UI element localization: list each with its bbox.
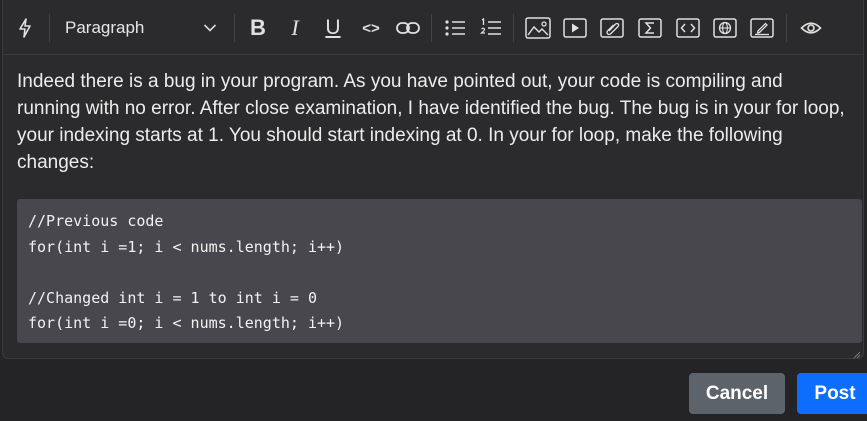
preview-button[interactable] — [799, 16, 823, 40]
insert-image-button[interactable] — [525, 16, 551, 40]
bullet-list-icon — [445, 20, 465, 36]
insert-video-button[interactable] — [563, 16, 587, 40]
attach-file-button[interactable] — [600, 16, 624, 40]
code-line: //Previous code — [28, 212, 164, 230]
cancel-button[interactable]: Cancel — [689, 373, 785, 414]
inline-code-button[interactable]: <> — [358, 16, 384, 40]
draw-icon — [750, 18, 774, 38]
underline-icon: U — [325, 16, 341, 39]
editor-content[interactable]: Indeed there is a bug in your program. A… — [17, 68, 849, 176]
insert-embed-button[interactable] — [713, 16, 737, 40]
bold-icon: B — [250, 15, 266, 40]
insert-drawing-button[interactable] — [750, 16, 774, 40]
toolbar-divider — [234, 14, 235, 42]
resize-handle[interactable] — [851, 346, 861, 359]
italic-button[interactable]: I — [284, 15, 306, 40]
editor-toolbar: Paragraph B I U <> — [3, 0, 863, 55]
numbered-list-icon — [480, 18, 501, 35]
ai-assist-icon[interactable] — [15, 16, 35, 40]
toolbar-divider — [513, 14, 514, 42]
toolbar-divider — [431, 14, 432, 42]
paperclip-icon — [600, 18, 624, 38]
code-block[interactable]: //Previous code for(int i =1; i < nums.l… — [17, 199, 862, 343]
italic-icon: I — [291, 15, 299, 40]
numbered-list-button[interactable] — [479, 16, 503, 40]
block-format-select[interactable]: Paragraph — [65, 17, 217, 39]
rich-text-editor[interactable]: Paragraph B I U <> Indeed there is a bug… — [2, 0, 864, 359]
globe-icon — [713, 18, 737, 38]
eye-icon — [800, 22, 822, 34]
post-button[interactable]: Post — [797, 373, 867, 414]
toolbar-divider — [786, 14, 787, 42]
link-icon — [396, 22, 420, 34]
code-line: for(int i =1; i < nums.length; i++) — [28, 237, 345, 256]
insert-formula-button[interactable] — [638, 16, 662, 40]
block-format-label: Paragraph — [65, 18, 145, 37]
code-block-icon — [676, 18, 700, 38]
bold-button[interactable]: B — [247, 15, 269, 40]
image-icon — [525, 17, 551, 39]
toolbar-divider — [49, 14, 50, 42]
insert-code-block-button[interactable] — [676, 16, 700, 40]
sigma-icon — [638, 18, 662, 38]
bullet-list-button[interactable] — [443, 16, 467, 40]
chevron-down-icon — [203, 18, 217, 38]
underline-button[interactable]: U — [321, 16, 345, 40]
code-icon: <> — [362, 19, 380, 37]
link-button[interactable] — [395, 16, 421, 40]
code-line: for(int i =0; i < nums.length; i++) — [28, 314, 345, 332]
code-line: //Changed int i = 1 to int i = 0 — [28, 288, 317, 307]
video-icon — [563, 18, 587, 38]
